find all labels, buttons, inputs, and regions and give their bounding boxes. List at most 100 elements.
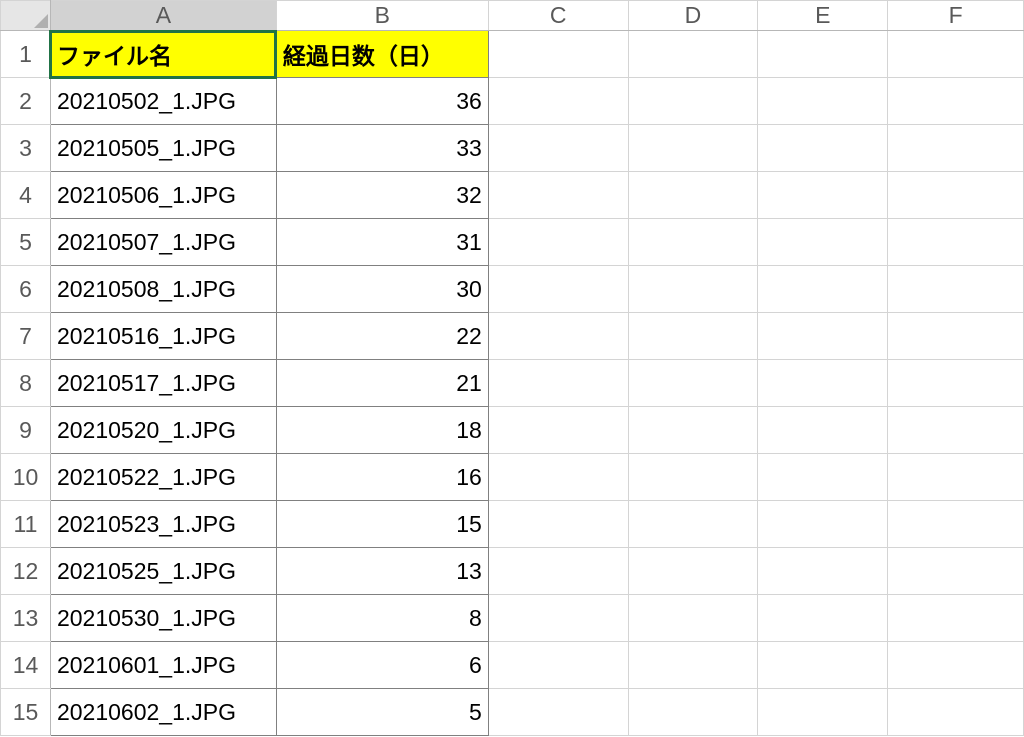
cell-E10[interactable]: [758, 454, 888, 501]
cell-E14[interactable]: [758, 642, 888, 689]
cell-D4[interactable]: [628, 172, 758, 219]
cell-F5[interactable]: [888, 219, 1024, 266]
cell-C5[interactable]: [488, 219, 628, 266]
cell-F4[interactable]: [888, 172, 1024, 219]
cell-B5[interactable]: 31: [276, 219, 488, 266]
row-header-2[interactable]: 2: [1, 78, 51, 125]
cell-F11[interactable]: [888, 501, 1024, 548]
cell-E11[interactable]: [758, 501, 888, 548]
cell-C2[interactable]: [488, 78, 628, 125]
cell-F13[interactable]: [888, 595, 1024, 642]
cell-E4[interactable]: [758, 172, 888, 219]
cell-F3[interactable]: [888, 125, 1024, 172]
cell-D7[interactable]: [628, 313, 758, 360]
cell-F14[interactable]: [888, 642, 1024, 689]
cell-E8[interactable]: [758, 360, 888, 407]
cell-D12[interactable]: [628, 548, 758, 595]
cell-F1[interactable]: [888, 31, 1024, 78]
cell-A9[interactable]: 20210520_1.JPG: [50, 407, 276, 454]
cell-B6[interactable]: 30: [276, 266, 488, 313]
cell-B13[interactable]: 8: [276, 595, 488, 642]
cell-C3[interactable]: [488, 125, 628, 172]
column-header-E[interactable]: E: [758, 1, 888, 31]
cell-A7[interactable]: 20210516_1.JPG: [50, 313, 276, 360]
spreadsheet-grid[interactable]: A B C D E F 1 ファイル名 経過日数（日） 2 20210502_1…: [0, 0, 1024, 736]
cell-E9[interactable]: [758, 407, 888, 454]
cell-B7[interactable]: 22: [276, 313, 488, 360]
cell-D5[interactable]: [628, 219, 758, 266]
cell-E7[interactable]: [758, 313, 888, 360]
cell-B10[interactable]: 16: [276, 454, 488, 501]
cell-E5[interactable]: [758, 219, 888, 266]
cell-B4[interactable]: 32: [276, 172, 488, 219]
cell-D11[interactable]: [628, 501, 758, 548]
column-header-F[interactable]: F: [888, 1, 1024, 31]
cell-F8[interactable]: [888, 360, 1024, 407]
cell-F7[interactable]: [888, 313, 1024, 360]
cell-C11[interactable]: [488, 501, 628, 548]
cell-C9[interactable]: [488, 407, 628, 454]
cell-B15[interactable]: 5: [276, 689, 488, 736]
cell-A1[interactable]: ファイル名: [50, 31, 276, 78]
cell-D10[interactable]: [628, 454, 758, 501]
cell-B11[interactable]: 15: [276, 501, 488, 548]
cell-A14[interactable]: 20210601_1.JPG: [50, 642, 276, 689]
cell-F9[interactable]: [888, 407, 1024, 454]
row-header-15[interactable]: 15: [1, 689, 51, 736]
cell-A2[interactable]: 20210502_1.JPG: [50, 78, 276, 125]
cell-D8[interactable]: [628, 360, 758, 407]
cell-A3[interactable]: 20210505_1.JPG: [50, 125, 276, 172]
cell-D3[interactable]: [628, 125, 758, 172]
cell-C13[interactable]: [488, 595, 628, 642]
cell-E13[interactable]: [758, 595, 888, 642]
row-header-12[interactable]: 12: [1, 548, 51, 595]
cell-D6[interactable]: [628, 266, 758, 313]
cell-F10[interactable]: [888, 454, 1024, 501]
cell-D1[interactable]: [628, 31, 758, 78]
row-header-4[interactable]: 4: [1, 172, 51, 219]
row-header-7[interactable]: 7: [1, 313, 51, 360]
cell-A4[interactable]: 20210506_1.JPG: [50, 172, 276, 219]
cell-D13[interactable]: [628, 595, 758, 642]
cell-B14[interactable]: 6: [276, 642, 488, 689]
cell-A12[interactable]: 20210525_1.JPG: [50, 548, 276, 595]
cell-A8[interactable]: 20210517_1.JPG: [50, 360, 276, 407]
cell-C6[interactable]: [488, 266, 628, 313]
cell-B1[interactable]: 経過日数（日）: [276, 31, 488, 78]
cell-E2[interactable]: [758, 78, 888, 125]
cell-A6[interactable]: 20210508_1.JPG: [50, 266, 276, 313]
cell-E15[interactable]: [758, 689, 888, 736]
column-header-A[interactable]: A: [50, 1, 276, 31]
column-header-C[interactable]: C: [488, 1, 628, 31]
cell-E1[interactable]: [758, 31, 888, 78]
cell-A10[interactable]: 20210522_1.JPG: [50, 454, 276, 501]
cell-F15[interactable]: [888, 689, 1024, 736]
row-header-3[interactable]: 3: [1, 125, 51, 172]
cell-B12[interactable]: 13: [276, 548, 488, 595]
cell-C10[interactable]: [488, 454, 628, 501]
cell-D9[interactable]: [628, 407, 758, 454]
cell-B3[interactable]: 33: [276, 125, 488, 172]
cell-A15[interactable]: 20210602_1.JPG: [50, 689, 276, 736]
row-header-11[interactable]: 11: [1, 501, 51, 548]
row-header-10[interactable]: 10: [1, 454, 51, 501]
cell-D15[interactable]: [628, 689, 758, 736]
cell-A5[interactable]: 20210507_1.JPG: [50, 219, 276, 266]
cell-E12[interactable]: [758, 548, 888, 595]
cell-B2[interactable]: 36: [276, 78, 488, 125]
cell-C7[interactable]: [488, 313, 628, 360]
cell-C12[interactable]: [488, 548, 628, 595]
row-header-8[interactable]: 8: [1, 360, 51, 407]
cell-E6[interactable]: [758, 266, 888, 313]
cell-C15[interactable]: [488, 689, 628, 736]
select-all-corner[interactable]: [1, 1, 51, 31]
cell-B9[interactable]: 18: [276, 407, 488, 454]
row-header-6[interactable]: 6: [1, 266, 51, 313]
column-header-D[interactable]: D: [628, 1, 758, 31]
cell-D2[interactable]: [628, 78, 758, 125]
cell-E3[interactable]: [758, 125, 888, 172]
cell-B8[interactable]: 21: [276, 360, 488, 407]
cell-A11[interactable]: 20210523_1.JPG: [50, 501, 276, 548]
cell-F12[interactable]: [888, 548, 1024, 595]
cell-F2[interactable]: [888, 78, 1024, 125]
